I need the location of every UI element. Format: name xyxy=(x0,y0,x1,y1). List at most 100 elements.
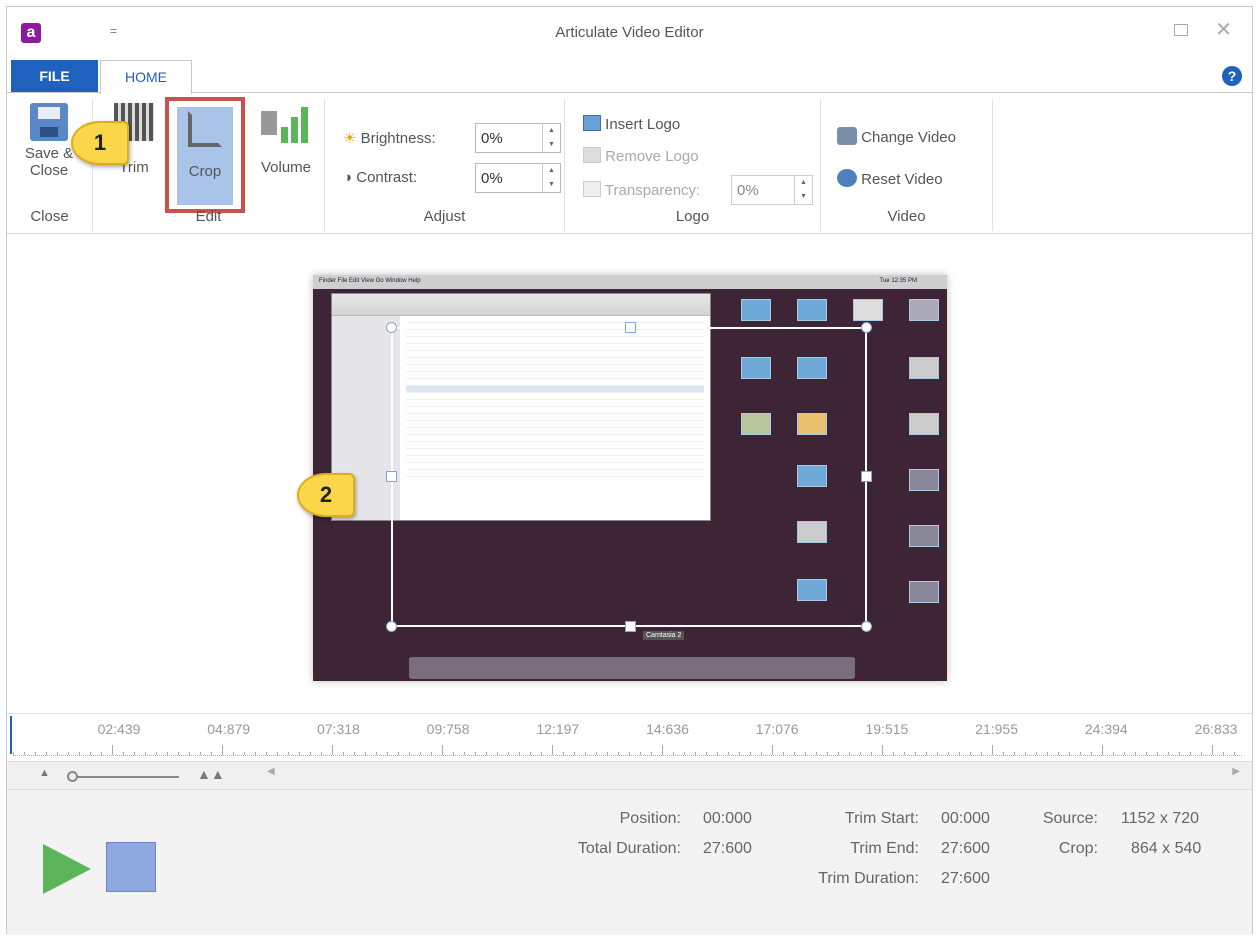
ribbon: Save & Close Close Trim Crop Volume Edit… xyxy=(7,92,1252,234)
ruler-mark xyxy=(519,752,520,755)
crop-handle-bottom-right[interactable] xyxy=(861,621,872,632)
volume-button[interactable]: Volume xyxy=(253,103,319,176)
ruler-mark xyxy=(882,745,883,755)
app-window: a = Articulate Video Editor ✕ FILE HOME … xyxy=(6,6,1253,935)
ruler-mark xyxy=(816,752,817,755)
ruler-mark xyxy=(552,745,553,755)
spinner-arrows-icon[interactable]: ▲ ▼ xyxy=(542,164,560,192)
ruler-mark xyxy=(332,745,333,755)
change-video-button[interactable]: Change Video xyxy=(837,127,956,146)
save-close-button[interactable]: Save & Close xyxy=(19,103,79,179)
ruler-mark xyxy=(244,752,245,755)
scroll-right-arrow-icon[interactable]: ▶ xyxy=(1232,766,1240,777)
ruler-mark xyxy=(1179,752,1180,755)
timeline[interactable]: 02:439 04:879 07:318 09:758 12:197 14:636 17:0… xyxy=(7,713,1252,761)
contrast-spinner[interactable]: 0% ▲ ▼ xyxy=(475,163,561,193)
ruler-mark xyxy=(1135,752,1136,755)
ruler-mark xyxy=(860,752,861,755)
crop-handle-left[interactable] xyxy=(386,471,397,482)
ruler-mark xyxy=(387,752,388,755)
ruler-mark xyxy=(277,752,278,755)
brightness-value: 0% xyxy=(481,130,503,147)
ruler-mark xyxy=(1003,752,1004,755)
ruler-mark xyxy=(442,745,443,755)
spinner-arrows-icon[interactable]: ▲ ▼ xyxy=(794,176,812,204)
maximize-button[interactable] xyxy=(1174,24,1188,36)
brightness-label: Brightness: xyxy=(360,130,436,147)
reset-video-button[interactable]: Reset Video xyxy=(837,169,943,188)
trim-duration-value: 27:600 xyxy=(941,870,990,887)
crop-handle-bottom[interactable] xyxy=(625,621,636,632)
spinner-arrows-icon[interactable]: ▲ ▼ xyxy=(542,124,560,152)
timeline-tick-label: 24:394 xyxy=(1084,721,1128,737)
ruler-mark xyxy=(761,752,762,755)
tab-file[interactable]: FILE xyxy=(11,60,98,93)
ruler-mark xyxy=(772,745,773,755)
transparency-label: Transparency: xyxy=(604,182,701,199)
ruler-mark xyxy=(475,752,476,755)
change-video-icon xyxy=(837,127,857,145)
scroll-left-arrow-icon[interactable]: ◀ xyxy=(267,766,275,777)
step-1-callout: 1 xyxy=(71,121,129,165)
crop-button[interactable]: Crop xyxy=(165,97,245,213)
stop-button[interactable] xyxy=(106,842,156,892)
ruler-mark xyxy=(1113,752,1114,755)
ruler-mark xyxy=(893,752,894,755)
contrast-icon: ◑ xyxy=(343,169,353,186)
ruler-mark xyxy=(321,752,322,755)
zoom-out-icon[interactable]: ▲ xyxy=(39,767,50,779)
crop-handle-top-left[interactable] xyxy=(386,322,397,333)
ruler-mark xyxy=(717,752,718,755)
source-label: Source: xyxy=(1042,810,1098,827)
ruler-mark xyxy=(838,752,839,755)
ruler-mark xyxy=(849,752,850,755)
ruler-mark xyxy=(1168,752,1169,755)
window-title: Articulate Video Editor xyxy=(555,24,704,41)
crop-handle-right[interactable] xyxy=(861,471,872,482)
title-bar: a = Articulate Video Editor ✕ xyxy=(7,7,1252,57)
contrast-value: 0% xyxy=(481,170,503,187)
help-icon[interactable]: ? xyxy=(1222,66,1242,86)
brightness-spinner[interactable]: 0% ▲ ▼ xyxy=(475,123,561,153)
insert-logo-button[interactable]: Insert Logo xyxy=(583,115,680,133)
ruler-mark xyxy=(79,752,80,755)
timeline-tick-label: 02:439 xyxy=(97,721,141,737)
ruler-mark xyxy=(871,752,872,755)
crop-handle-top[interactable] xyxy=(625,322,636,333)
adjust-group-label: Adjust xyxy=(423,208,466,225)
ruler-mark xyxy=(1080,752,1081,755)
close-window-button[interactable]: ✕ xyxy=(1215,17,1232,42)
ruler-mark xyxy=(1234,752,1235,755)
remove-logo-button[interactable]: Remove Logo xyxy=(583,147,699,165)
ruler-mark xyxy=(805,752,806,755)
crop-handle-bottom-left[interactable] xyxy=(386,621,397,632)
zoom-slider-track[interactable] xyxy=(67,776,179,778)
crop-selection-box[interactable] xyxy=(386,322,872,632)
edit-group: Trim Crop Volume Edit xyxy=(93,97,325,231)
ruler-mark xyxy=(970,752,971,755)
timeline-tick-label: 12:197 xyxy=(536,721,580,737)
play-button[interactable] xyxy=(43,844,91,894)
reset-video-label: Reset Video xyxy=(861,171,943,188)
ruler-mark xyxy=(90,752,91,755)
trim-start-label: Trim Start: xyxy=(844,810,919,827)
ruler-mark xyxy=(211,752,212,755)
ruler-mark xyxy=(1091,752,1092,755)
transparency-spinner[interactable]: 0% ▲ ▼ xyxy=(731,175,813,205)
crop-handle-top-right[interactable] xyxy=(861,322,872,333)
mac-dock xyxy=(409,657,855,679)
playhead[interactable] xyxy=(10,716,12,754)
ruler-mark xyxy=(453,752,454,755)
transparency-icon xyxy=(583,181,601,197)
tab-home[interactable]: HOME xyxy=(100,60,192,94)
zoom-in-icon[interactable]: ▲▲ xyxy=(197,766,225,782)
zoom-slider-knob[interactable] xyxy=(67,771,78,782)
ruler-mark xyxy=(1069,752,1070,755)
ruler-mark xyxy=(101,752,102,755)
ruler-mark xyxy=(343,752,344,755)
desktop-icon xyxy=(909,469,939,491)
ruler-mark xyxy=(1025,752,1026,755)
ruler-mark xyxy=(695,752,696,755)
crop-size-label: Crop: xyxy=(1058,840,1098,857)
ruler-mark xyxy=(112,745,113,755)
